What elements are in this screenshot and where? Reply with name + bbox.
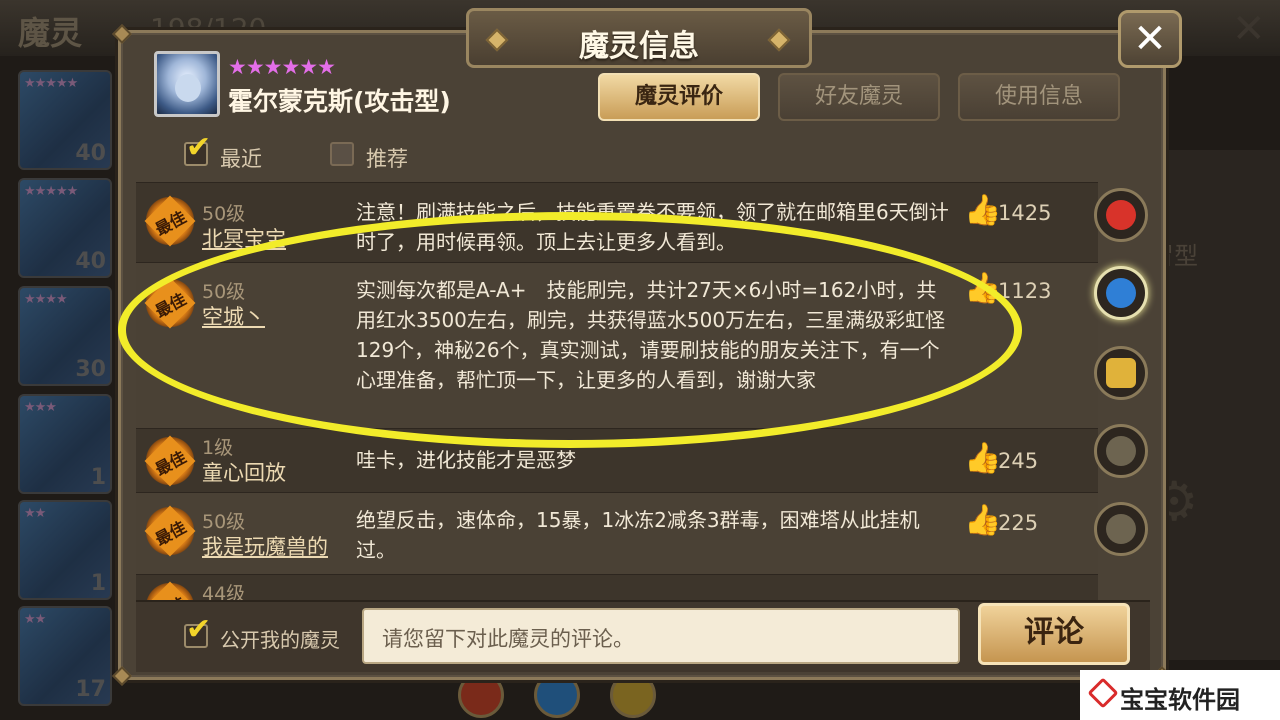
thumbs-up-icon[interactable]: 👍 bbox=[964, 441, 1001, 476]
best-badge: 最佳 bbox=[144, 581, 196, 600]
close-icon: ✕ bbox=[1133, 16, 1167, 62]
review-comment: 绝望反击，速体命，15暴，1冰冻2减条3群毒，困难塔从此挂机过。 bbox=[356, 508, 920, 562]
reviewer-level: 50级 bbox=[202, 203, 246, 225]
tab-monster-review[interactable]: 魔灵评价 bbox=[598, 73, 760, 121]
dark-element-icon bbox=[1106, 514, 1136, 544]
fire-element-button[interactable] bbox=[1094, 188, 1148, 242]
background-close-icon: ✕ bbox=[1232, 6, 1266, 52]
reviewer-level: 50级 bbox=[202, 281, 246, 303]
thumbs-up-icon[interactable]: 👍 bbox=[964, 271, 1001, 306]
review-comment: 实测每次都是A-A+ 技能刷完，共计27天×6小时=162小时，共用红水3500… bbox=[356, 278, 946, 392]
submit-comment-button[interactable]: 评论 bbox=[978, 603, 1130, 665]
thumbs-up-icon[interactable]: 👍 bbox=[964, 193, 1001, 228]
like-count: 1425 bbox=[998, 201, 1052, 225]
tab-usage-info[interactable]: 使用信息 bbox=[958, 73, 1120, 121]
monster-avatar bbox=[154, 51, 220, 117]
background-monster-card: ★★ 17 bbox=[18, 606, 112, 706]
card-level: 1 bbox=[90, 571, 106, 596]
best-badge: 最佳 bbox=[144, 195, 196, 247]
reviewer-name-link[interactable]: 我是玩魔兽的 bbox=[202, 531, 328, 561]
dark-element-button[interactable] bbox=[1094, 502, 1148, 556]
reviewer-level: 1级 bbox=[202, 437, 234, 459]
recommend-filter-label: 推荐 bbox=[366, 147, 408, 171]
card-level: 40 bbox=[75, 249, 106, 274]
monster-name: 霍尔蒙克斯(攻击型) bbox=[228, 87, 451, 116]
card-level: 40 bbox=[75, 141, 106, 166]
card-stars: ★★ bbox=[24, 506, 46, 521]
light-element-icon bbox=[1106, 436, 1136, 466]
reviewer-name-link[interactable]: 北冥宝宝 bbox=[202, 223, 286, 253]
wind-element-button[interactable] bbox=[1094, 346, 1148, 400]
review-row: 最佳 50级 空城丶 实测每次都是A-A+ 技能刷完，共计27天×6小时=162… bbox=[136, 262, 1098, 428]
card-level: 17 bbox=[75, 677, 106, 702]
avatar-face bbox=[175, 74, 201, 102]
background-monster-list: ★★★★★ 40 ★★★★★ 40 ★★★★ 30 ★★★ 1 ★★ 1 ★★ … bbox=[0, 62, 118, 720]
background-title: 魔灵 bbox=[18, 14, 83, 52]
card-level: 30 bbox=[75, 357, 106, 382]
recommend-checkbox[interactable] bbox=[330, 142, 354, 166]
tab-friend-monster[interactable]: 好友魔灵 bbox=[778, 73, 940, 121]
review-row: 最佳 1级 童心回放 哇卡，进化技能才是恶梦 👍 245 bbox=[136, 428, 1098, 492]
watermark-logo-icon bbox=[1087, 677, 1119, 709]
background-right-panel bbox=[1160, 150, 1280, 660]
background-monster-card: ★★★ 1 bbox=[18, 394, 112, 494]
light-element-button[interactable] bbox=[1094, 424, 1148, 478]
check-icon: ✔ bbox=[186, 612, 212, 647]
card-stars: ★★★ bbox=[24, 400, 57, 415]
review-row: 最佳 50级 北冥宝宝 注意！刷满技能之后，技能重置卷不要领，领了就在邮箱里6天… bbox=[136, 182, 1098, 262]
comment-input[interactable]: 请您留下对此魔灵的评论。 bbox=[362, 608, 960, 664]
review-list[interactable]: 最佳 50级 北冥宝宝 注意！刷满技能之后，技能重置卷不要领，领了就在邮箱里6天… bbox=[136, 182, 1098, 600]
water-element-icon bbox=[1106, 278, 1136, 308]
review-comment: 哇卡，进化技能才是恶梦 bbox=[356, 448, 576, 472]
background-monster-card: ★★★★★ 40 bbox=[18, 70, 112, 170]
watermark: 宝宝软件园 bbox=[1080, 670, 1280, 720]
best-badge: 最佳 bbox=[144, 277, 196, 329]
reviewer-level: 44级 bbox=[202, 583, 246, 600]
best-badge: 最佳 bbox=[144, 435, 196, 487]
card-stars: ★★★★ bbox=[24, 292, 68, 307]
public-monster-checkbox[interactable]: ✔ bbox=[184, 612, 211, 648]
like-count: 1123 bbox=[998, 279, 1052, 303]
best-badge: 最佳 bbox=[144, 505, 196, 557]
dialog-title: 魔灵信息 bbox=[579, 29, 699, 64]
card-stars: ★★ bbox=[24, 612, 46, 627]
background-monster-card: ★★★★★ 40 bbox=[18, 178, 112, 278]
review-comment: 注意！刷满技能之后，技能重置卷不要领，领了就在邮箱里6天倒计时了，用时候再领。顶… bbox=[356, 200, 949, 254]
monster-stars: ★★★★★★ bbox=[228, 55, 336, 79]
recent-checkbox[interactable]: ✔ bbox=[184, 130, 211, 166]
reviewer-level: 50级 bbox=[202, 511, 246, 533]
recent-filter-label: 最近 bbox=[220, 147, 262, 171]
card-level: 1 bbox=[90, 465, 106, 490]
reviewer-name-link[interactable]: 空城丶 bbox=[202, 301, 265, 331]
tab-label: 使用信息 bbox=[994, 84, 1083, 109]
watermark-text: 宝宝软件园 bbox=[1120, 686, 1240, 714]
wind-element-icon bbox=[1106, 358, 1136, 388]
thumbs-up-icon[interactable]: 👍 bbox=[964, 503, 1001, 538]
tab-label: 魔灵评价 bbox=[634, 84, 723, 109]
check-icon: ✔ bbox=[186, 130, 212, 165]
dialog-title-plate: 魔灵信息 bbox=[466, 8, 812, 68]
like-count: 225 bbox=[998, 511, 1039, 535]
background-monster-card: ★★★★ 30 bbox=[18, 286, 112, 386]
background-monster-card: ★★ 1 bbox=[18, 500, 112, 600]
card-stars: ★★★★★ bbox=[24, 184, 78, 199]
tab-label: 好友魔灵 bbox=[814, 84, 903, 109]
reviewer-name-link[interactable]: 童心回放 bbox=[202, 457, 286, 487]
water-element-button[interactable] bbox=[1094, 266, 1148, 320]
public-monster-label: 公开我的魔灵 bbox=[220, 628, 340, 652]
review-row: 最佳 50级 我是玩魔兽的 绝望反击，速体命，15暴，1冰冻2减条3群毒，困难塔… bbox=[136, 492, 1098, 574]
fire-element-icon bbox=[1106, 200, 1136, 230]
close-button[interactable]: ✕ bbox=[1118, 10, 1182, 68]
card-stars: ★★★★★ bbox=[24, 76, 78, 91]
like-count: 245 bbox=[998, 449, 1039, 473]
review-row: 最佳 44级 bbox=[136, 574, 1098, 600]
